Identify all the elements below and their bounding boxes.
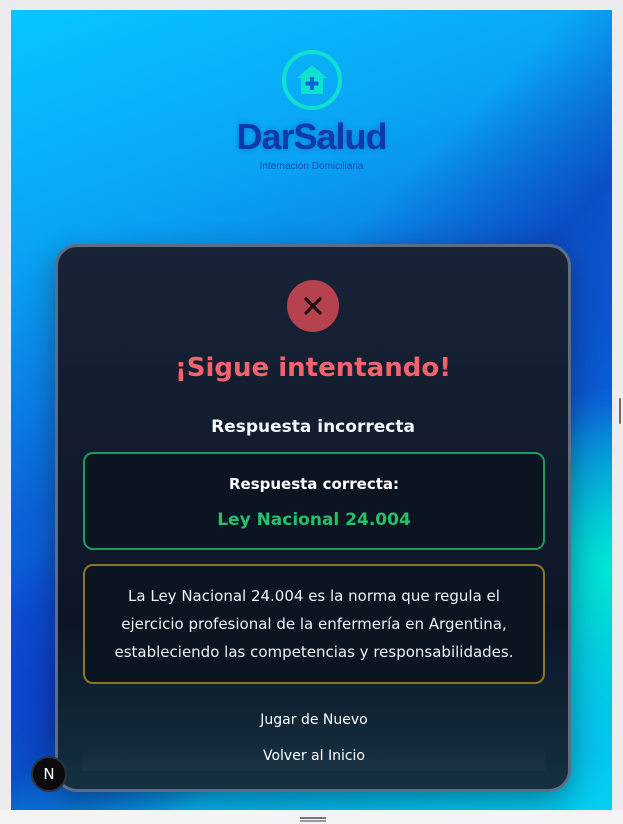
page-viewport: DarSalud Internación Domiciliaria ¡Sigue… bbox=[11, 10, 612, 810]
result-title: ¡Sigue intentando! bbox=[174, 353, 452, 383]
result-card: ¡Sigue intentando! Respuesta incorrecta … bbox=[55, 244, 571, 792]
correct-answer-label: Respuesta correcta: bbox=[228, 475, 400, 493]
explanation-box: La Ley Nacional 24.004 es la norma que r… bbox=[83, 564, 545, 684]
result-subtitle: Respuesta incorrecta bbox=[211, 417, 415, 437]
play-again-button[interactable]: Jugar de Nuevo bbox=[83, 705, 545, 735]
scrollbar-thumb[interactable] bbox=[619, 398, 621, 424]
explanation-text: La Ley Nacional 24.004 es la norma que r… bbox=[114, 587, 514, 661]
dev-tools-badge[interactable]: N bbox=[31, 756, 67, 792]
back-home-button[interactable]: Volver al Inicio bbox=[83, 741, 545, 771]
correct-answer-value: Ley Nacional 24.004 bbox=[217, 510, 411, 530]
scrollbar-track[interactable] bbox=[612, 10, 623, 810]
close-icon bbox=[287, 280, 339, 332]
house-cross-icon bbox=[282, 50, 342, 110]
browser-top-bar bbox=[0, 0, 623, 10]
brand-name: DarSalud bbox=[236, 116, 387, 157]
brand-tagline: Internación Domiciliaria bbox=[259, 161, 364, 172]
resize-handle[interactable] bbox=[300, 817, 326, 819]
correct-answer-box: Respuesta correcta: Ley Nacional 24.004 bbox=[83, 452, 545, 550]
window-left-edge bbox=[0, 10, 11, 810]
